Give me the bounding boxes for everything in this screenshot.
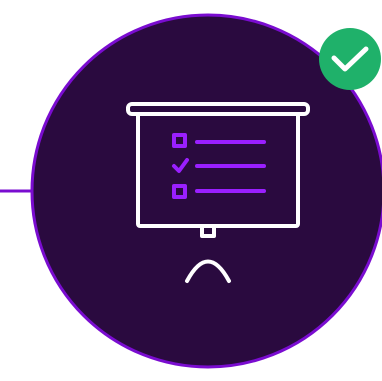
illustration xyxy=(0,0,382,381)
illustration-canvas xyxy=(0,13,382,369)
checkmark-badge-icon xyxy=(319,28,381,90)
